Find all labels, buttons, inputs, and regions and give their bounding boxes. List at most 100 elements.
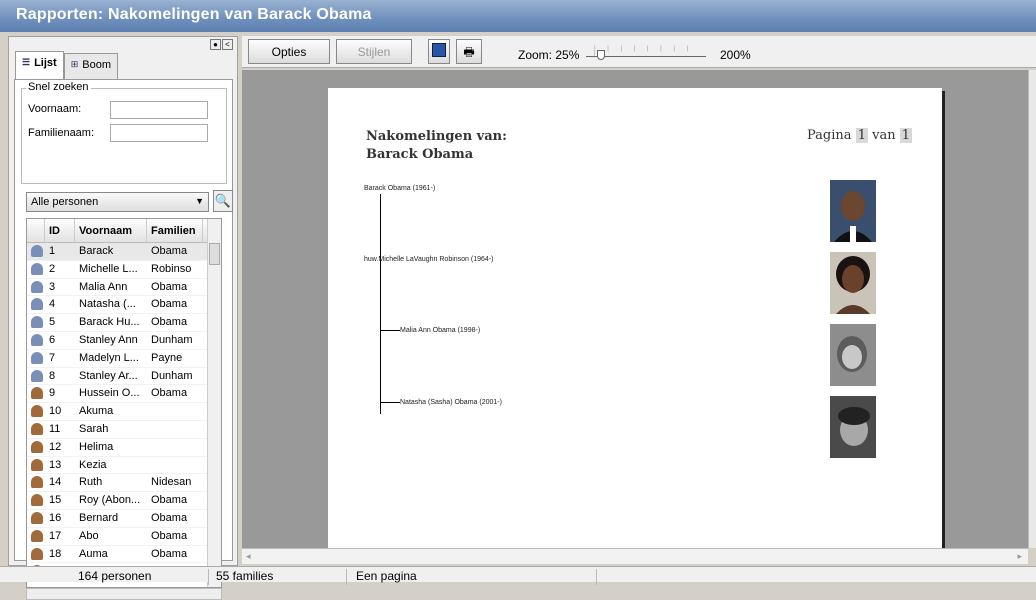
styles-button[interactable]: Stijlen [336, 39, 412, 64]
row-id: 4 [49, 298, 56, 311]
row-first-name: Abo [79, 529, 99, 542]
photo-malia [830, 324, 876, 386]
quick-search-legend: Snel zoeken [26, 81, 91, 93]
person-icon [31, 245, 43, 257]
grid-vertical-scrollbar[interactable] [207, 219, 221, 587]
row-last-name [147, 403, 203, 420]
header-last-name[interactable]: Familien [147, 219, 203, 242]
tab-lijst-label: Lijst [34, 57, 57, 69]
person-icon [31, 387, 43, 400]
row-icon-cell [27, 528, 45, 545]
photo-barack [830, 180, 876, 242]
tab-lijst[interactable]: ☰ Lijst [15, 51, 64, 79]
table-row[interactable]: 12 Helima [27, 439, 221, 457]
table-row[interactable]: 8 Stanley Ar... Dunham [27, 368, 221, 386]
row-last-name: Dunham [151, 333, 193, 346]
row-id: 10 [49, 405, 62, 418]
tree-node-malia: Malia Ann Obama (1998-) [400, 327, 481, 334]
tab-boom[interactable]: ⊞ Boom [63, 53, 118, 79]
last-name-input[interactable] [110, 124, 208, 142]
person-icon [31, 440, 43, 453]
row-icon-cell [27, 368, 45, 385]
search-button[interactable]: 🔍 [213, 190, 233, 212]
header-first-name[interactable]: Voornaam [75, 219, 147, 242]
table-row[interactable]: 1 Barack Obama [27, 243, 221, 261]
person-filter-select[interactable]: Alle personen ▼ [26, 192, 209, 212]
row-first-name: Sarah [79, 422, 109, 435]
row-id: 3 [49, 280, 56, 293]
table-row[interactable]: 9 Hussein O... Obama [27, 385, 221, 404]
status-bar: 164 personen 55 families Een pagina [0, 566, 1036, 585]
row-icon-cell [27, 421, 45, 438]
row-first-name: Natasha (... [79, 298, 136, 311]
zoom-min-label: Zoom: 25% [518, 48, 580, 62]
print-button[interactable]: 🖶 [456, 39, 482, 64]
table-row[interactable]: 2 Michelle L... Robinso [27, 261, 221, 279]
row-last-name [147, 457, 203, 474]
pin-icon[interactable]: ● [210, 39, 221, 50]
row-icon-cell [27, 492, 45, 509]
table-row[interactable]: 13 Kezia [27, 457, 221, 475]
first-name-input[interactable] [110, 101, 208, 119]
report-page: Nakomelingen van: Barack Obama Pagina 1 … [328, 88, 942, 558]
viewer-vertical-scrollbar[interactable] [1028, 70, 1036, 548]
zoom-slider-knob[interactable] [597, 50, 606, 60]
photo-natasha [830, 396, 876, 458]
row-first-name: Akuma [79, 405, 114, 418]
person-icon [31, 511, 43, 524]
table-row[interactable]: 14 Ruth Nidesan [27, 474, 221, 493]
table-row[interactable]: 3 Malia Ann Obama [27, 279, 221, 297]
grid-scroll-thumb[interactable] [209, 243, 220, 265]
table-row[interactable]: 18 Auma Obama [27, 546, 221, 564]
table-row[interactable]: 7 Madelyn L... Payne [27, 350, 221, 368]
row-id: 17 [49, 529, 62, 542]
tab-boom-label: Boom [82, 59, 111, 71]
row-first-name: Stanley Ann [79, 333, 138, 346]
row-id: 1 [49, 245, 56, 257]
save-icon [432, 43, 446, 57]
tree-icon: ⊞ [70, 59, 79, 69]
row-first-name: Michelle L... [79, 262, 138, 275]
options-button[interactable]: Opties [248, 39, 330, 64]
table-row[interactable]: 6 Stanley Ann Dunham [27, 332, 221, 350]
panel-controls: ● < [210, 39, 233, 50]
search-icon: 🔍 [214, 193, 232, 208]
row-first-name: Roy (Abon... [79, 494, 141, 507]
row-id: 12 [49, 440, 62, 453]
table-row[interactable]: 4 Natasha (... Obama [27, 296, 221, 315]
row-id: 13 [49, 458, 62, 471]
zoom-slider[interactable]: | | | | | | | | | [586, 46, 706, 60]
viewer-horizontal-scrollbar[interactable]: ◂ ▸ [242, 548, 1028, 564]
table-row[interactable]: 17 Abo Obama [27, 528, 221, 546]
row-last-name: Obama [151, 387, 188, 400]
row-icon-cell [27, 457, 45, 474]
row-icon-cell [27, 510, 45, 527]
row-first-name: Barack Hu... [79, 316, 140, 329]
header-id[interactable]: ID [45, 219, 75, 242]
row-icon-cell [27, 439, 45, 456]
print-icon: 🖶 [463, 45, 475, 59]
grid-horizontal-scrollbar[interactable] [26, 588, 222, 600]
table-row[interactable]: 16 Bernard Obama [27, 510, 221, 528]
person-icon [31, 405, 43, 418]
scroll-right-icon[interactable]: ▸ [1017, 551, 1022, 562]
table-row[interactable]: 5 Barack Hu... Obama [27, 314, 221, 332]
row-icon-cell [27, 243, 45, 260]
chevron-down-icon: ▼ [195, 196, 204, 206]
collapse-icon[interactable]: < [222, 39, 233, 50]
person-icon [31, 369, 43, 382]
row-icon-cell [27, 314, 45, 331]
status-separator [346, 569, 347, 585]
table-row[interactable]: 10 Akuma [27, 403, 221, 421]
page-current: 1 [855, 128, 868, 143]
scroll-left-icon[interactable]: ◂ [246, 551, 251, 562]
person-filter-value: Alle personen [31, 196, 99, 208]
save-button[interactable] [428, 39, 450, 64]
person-icon [31, 316, 43, 329]
person-icon [31, 547, 43, 560]
row-last-name: Obama [151, 298, 188, 311]
table-row[interactable]: 11 Sarah [27, 421, 221, 439]
row-last-name: Obama [151, 245, 188, 257]
row-id: 6 [49, 333, 56, 346]
table-row[interactable]: 15 Roy (Abon... Obama [27, 492, 221, 510]
